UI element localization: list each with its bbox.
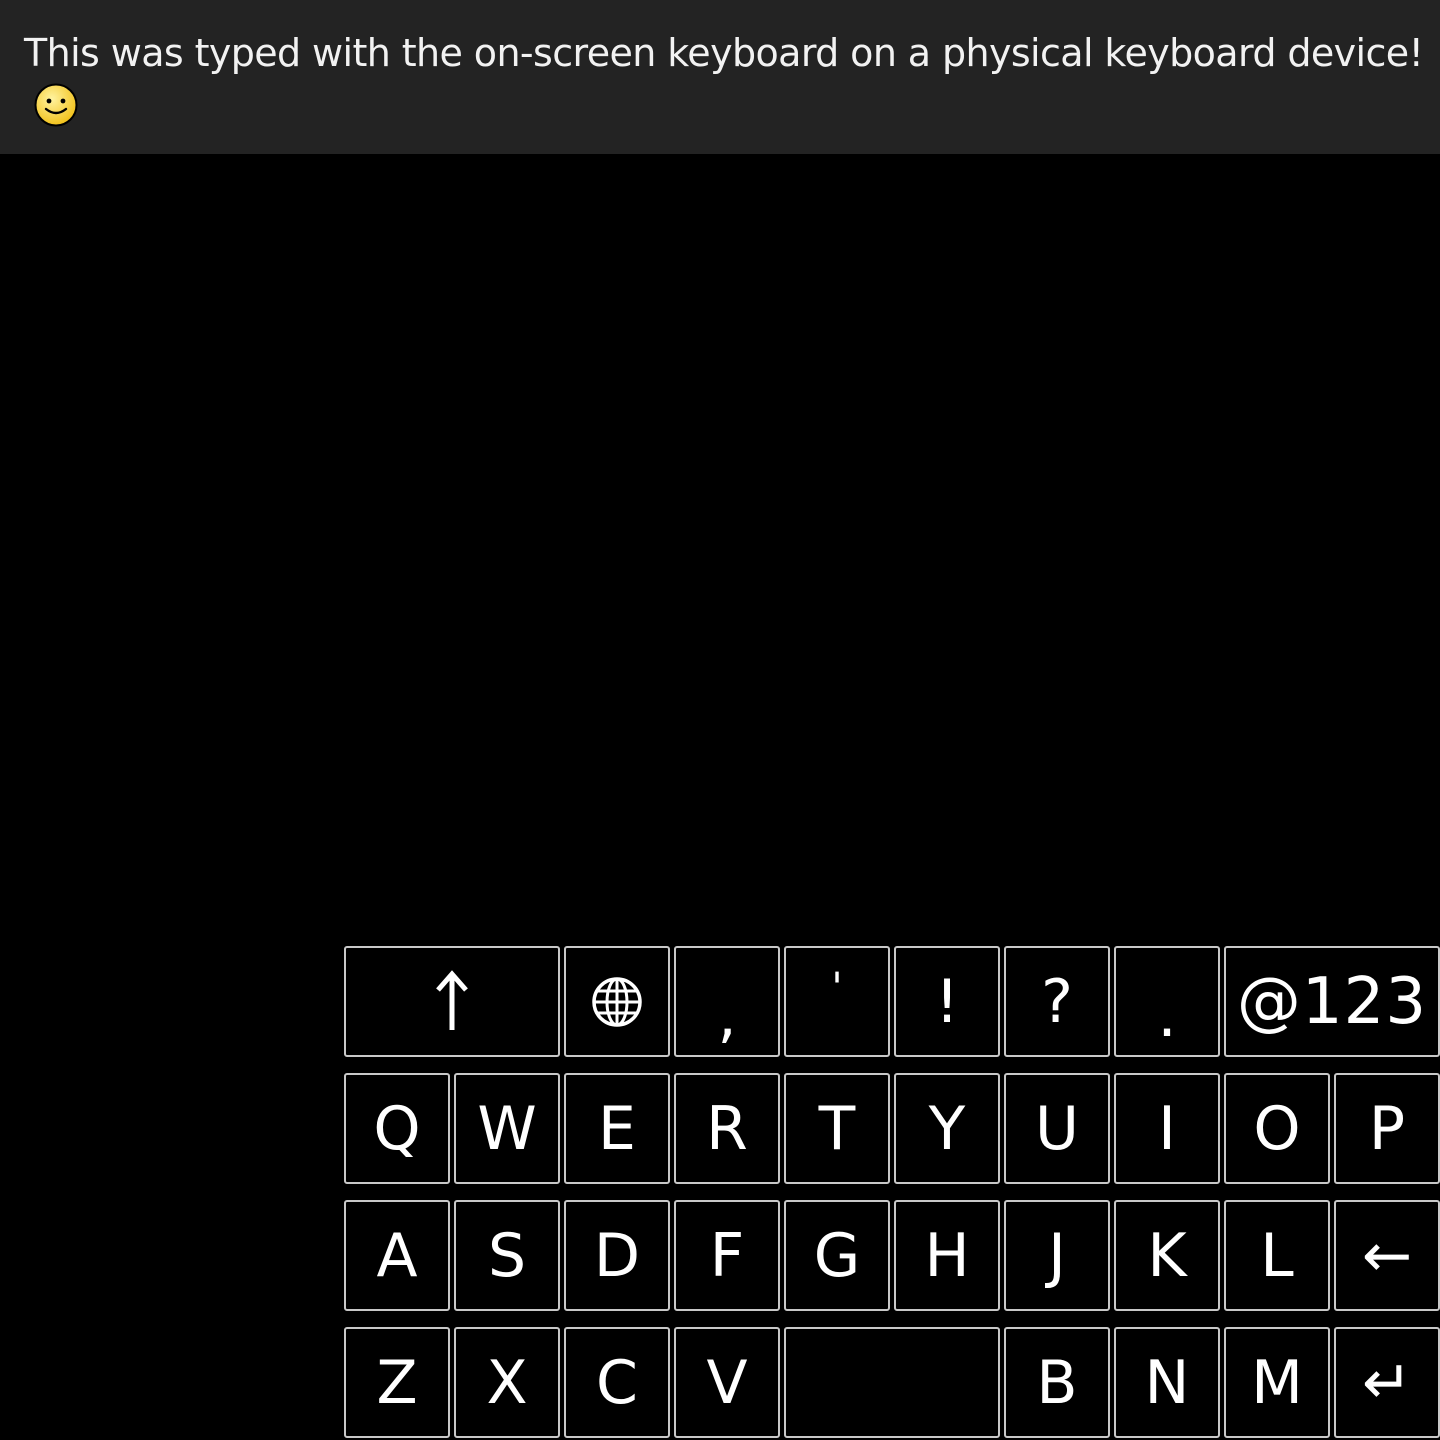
key-k[interactable]: K xyxy=(1114,1200,1220,1311)
globe-icon xyxy=(592,976,642,1027)
key-label: D xyxy=(593,1220,641,1291)
key-o[interactable]: O xyxy=(1224,1073,1330,1184)
key-label: Z xyxy=(376,1347,418,1418)
key-label: B xyxy=(1036,1347,1078,1418)
key-label: V xyxy=(706,1347,748,1418)
key-j[interactable]: J xyxy=(1004,1200,1110,1311)
key-q[interactable]: Q xyxy=(344,1073,450,1184)
key-z[interactable]: Z xyxy=(344,1327,450,1438)
key-label: M xyxy=(1251,1347,1303,1418)
key-p[interactable]: P xyxy=(1334,1073,1440,1184)
key-label: F xyxy=(709,1220,745,1291)
key-label: C xyxy=(596,1347,638,1418)
key-label: L xyxy=(1260,1220,1294,1291)
backspace-arrow-icon: ← xyxy=(1361,1220,1413,1291)
key-label: G xyxy=(813,1220,861,1291)
key-label: Q xyxy=(373,1093,421,1164)
key-label: T xyxy=(818,1093,856,1164)
shift-arrow-icon xyxy=(436,969,468,1030)
enter-arrow-icon: ↵ xyxy=(1361,1347,1413,1418)
key-s[interactable]: S xyxy=(454,1200,560,1311)
key-u[interactable]: U xyxy=(1004,1073,1110,1184)
period-key[interactable]: . xyxy=(1114,946,1220,1057)
key-b[interactable]: B xyxy=(1004,1327,1110,1438)
question-key[interactable]: ? xyxy=(1004,946,1110,1057)
key-m[interactable]: M xyxy=(1224,1327,1330,1438)
key-label: K xyxy=(1147,1220,1187,1291)
key-i[interactable]: I xyxy=(1114,1073,1220,1184)
key-label: R xyxy=(706,1093,748,1164)
key-a[interactable]: A xyxy=(344,1200,450,1311)
key-label: A xyxy=(376,1220,418,1291)
key-g[interactable]: G xyxy=(784,1200,890,1311)
message-text: This was typed with the on-screen keyboa… xyxy=(24,31,1424,75)
key-label: X xyxy=(486,1347,528,1418)
shift-key[interactable] xyxy=(344,946,560,1057)
key-label: U xyxy=(1035,1093,1079,1164)
key-label: N xyxy=(1144,1347,1190,1418)
key-label: E xyxy=(598,1093,636,1164)
comma-key-label: , xyxy=(717,980,737,1051)
space-key[interactable] xyxy=(784,1327,1000,1438)
key-c[interactable]: C xyxy=(564,1327,670,1438)
key-w[interactable]: W xyxy=(454,1073,560,1184)
language-key[interactable] xyxy=(564,946,670,1057)
key-y[interactable]: Y xyxy=(894,1073,1000,1184)
key-v[interactable]: V xyxy=(674,1327,780,1438)
key-n[interactable]: N xyxy=(1114,1327,1220,1438)
key-h[interactable]: H xyxy=(894,1200,1000,1311)
key-label: O xyxy=(1253,1093,1301,1164)
key-l[interactable]: L xyxy=(1224,1200,1330,1311)
key-label: I xyxy=(1158,1093,1176,1164)
key-x[interactable]: X xyxy=(454,1327,560,1438)
key-label: H xyxy=(924,1220,970,1291)
backspace-key[interactable]: ← xyxy=(1334,1200,1440,1311)
symbols-key-label: @123 xyxy=(1236,964,1428,1039)
exclamation-key-label: ! xyxy=(934,966,960,1037)
enter-key[interactable]: ↵ xyxy=(1334,1327,1440,1438)
key-label: W xyxy=(477,1093,537,1164)
content-area xyxy=(0,154,1440,946)
key-label: P xyxy=(1368,1093,1406,1164)
period-key-label: . xyxy=(1157,980,1177,1051)
apostrophe-key[interactable]: ' xyxy=(784,946,890,1057)
key-e[interactable]: E xyxy=(564,1073,670,1184)
key-r[interactable]: R xyxy=(674,1073,780,1184)
message-bar: This was typed with the on-screen keyboa… xyxy=(0,0,1440,154)
question-key-label: ? xyxy=(1041,966,1073,1037)
key-f[interactable]: F xyxy=(674,1200,780,1311)
comma-key[interactable]: , xyxy=(674,946,780,1057)
apostrophe-key-label: ' xyxy=(831,964,843,1011)
key-label: Y xyxy=(928,1093,966,1164)
key-d[interactable]: D xyxy=(564,1200,670,1311)
key-label: J xyxy=(1048,1220,1066,1291)
key-t[interactable]: T xyxy=(784,1073,890,1184)
symbols-key[interactable]: @123 xyxy=(1224,946,1440,1057)
key-label: S xyxy=(487,1220,527,1291)
exclamation-key[interactable]: ! xyxy=(894,946,1000,1057)
smiling-face-icon xyxy=(34,83,78,127)
